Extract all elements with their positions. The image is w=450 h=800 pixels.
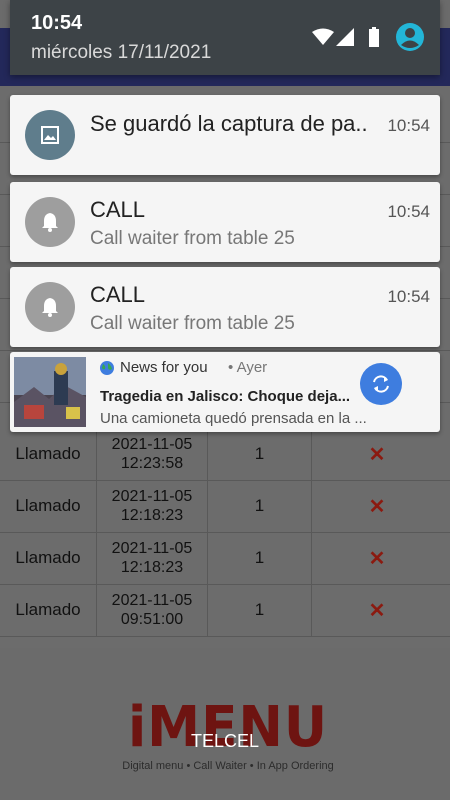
row-actions: ✕ xyxy=(312,428,450,480)
delete-button[interactable]: ✕ xyxy=(369,598,386,623)
row-actions: ✕ xyxy=(312,480,450,532)
delete-button[interactable]: ✕ xyxy=(369,546,386,571)
call-type: Llamado xyxy=(0,584,97,636)
call-type: Llamado xyxy=(0,480,97,532)
table-row: Llamado 2021-11-05 12:18:23 1 ✕ xyxy=(0,532,450,585)
call-datetime: 2021-11-05 09:51:00 xyxy=(97,584,208,636)
notification-text: Call waiter from table 25 xyxy=(90,228,295,249)
call-qty: 1 xyxy=(208,584,312,636)
globe-icon xyxy=(100,361,114,375)
notification-title: CALL xyxy=(90,282,146,307)
call-datetime: 2021-11-05 12:23:58 xyxy=(97,428,208,480)
call-qty: 1 xyxy=(208,532,312,584)
notification-time: 10:54 xyxy=(387,116,430,135)
news-app-name: News for you xyxy=(120,359,208,376)
battery-icon xyxy=(369,27,379,47)
table-row: Llamado 2021-11-05 12:18:23 1 ✕ xyxy=(0,480,450,533)
row-actions: ✕ xyxy=(312,584,450,636)
call-qty: 1 xyxy=(208,480,312,532)
delete-button[interactable]: ✕ xyxy=(369,494,386,519)
clock: 10:54 xyxy=(31,12,83,34)
screenshot-notification[interactable]: Se guardó la captura de pa.. 10:54 xyxy=(10,95,440,175)
call-type: Llamado xyxy=(0,428,97,480)
account-icon[interactable] xyxy=(396,23,424,51)
news-when: • Ayer xyxy=(228,359,268,376)
call-qty: 1 xyxy=(208,428,312,480)
status-icons xyxy=(312,23,424,51)
delete-button[interactable]: ✕ xyxy=(369,442,386,467)
refresh-icon xyxy=(373,375,389,393)
notification-title: Se guardó la captura de pa.. xyxy=(90,111,368,136)
call-notification[interactable]: CALL 10:54 Call waiter from table 25 xyxy=(10,182,440,262)
image-icon xyxy=(25,110,75,160)
news-text: Una camioneta quedó prensada en la ... xyxy=(100,410,367,427)
notification-time: 10:54 xyxy=(387,287,430,306)
call-datetime: 2021-11-05 12:18:23 xyxy=(97,532,208,584)
notification-text: Call waiter from table 25 xyxy=(90,313,295,334)
call-type: Llamado xyxy=(0,532,97,584)
call-notification[interactable]: CALL 10:54 Call waiter from table 25 xyxy=(10,267,440,347)
notification-title: CALL xyxy=(90,197,146,222)
bell-icon xyxy=(25,282,75,332)
status-shade[interactable]: 10:54 miércoles 17/11/2021 xyxy=(10,0,440,75)
news-notification[interactable]: News for you • Ayer Tragedia en Jalisco:… xyxy=(10,352,440,432)
carrier-label: TELCEL xyxy=(190,731,260,751)
row-actions: ✕ xyxy=(312,532,450,584)
notification-time: 10:54 xyxy=(387,202,430,221)
tagline: Digital menu • Call Waiter • In App Orde… xyxy=(122,760,334,772)
bell-icon xyxy=(25,197,75,247)
wifi-icon xyxy=(312,28,334,45)
news-title: Tragedia en Jalisco: Choque deja... xyxy=(100,388,351,405)
date-label: miércoles 17/11/2021 xyxy=(31,42,212,63)
table-row: Llamado 2021-11-05 12:23:58 1 ✕ xyxy=(0,428,450,481)
signal-icon xyxy=(336,28,354,46)
refresh-button[interactable] xyxy=(360,363,402,405)
news-thumbnail xyxy=(14,357,86,427)
call-datetime: 2021-11-05 12:18:23 xyxy=(97,480,208,532)
table-row: Llamado 2021-11-05 09:51:00 1 ✕ xyxy=(0,584,450,637)
